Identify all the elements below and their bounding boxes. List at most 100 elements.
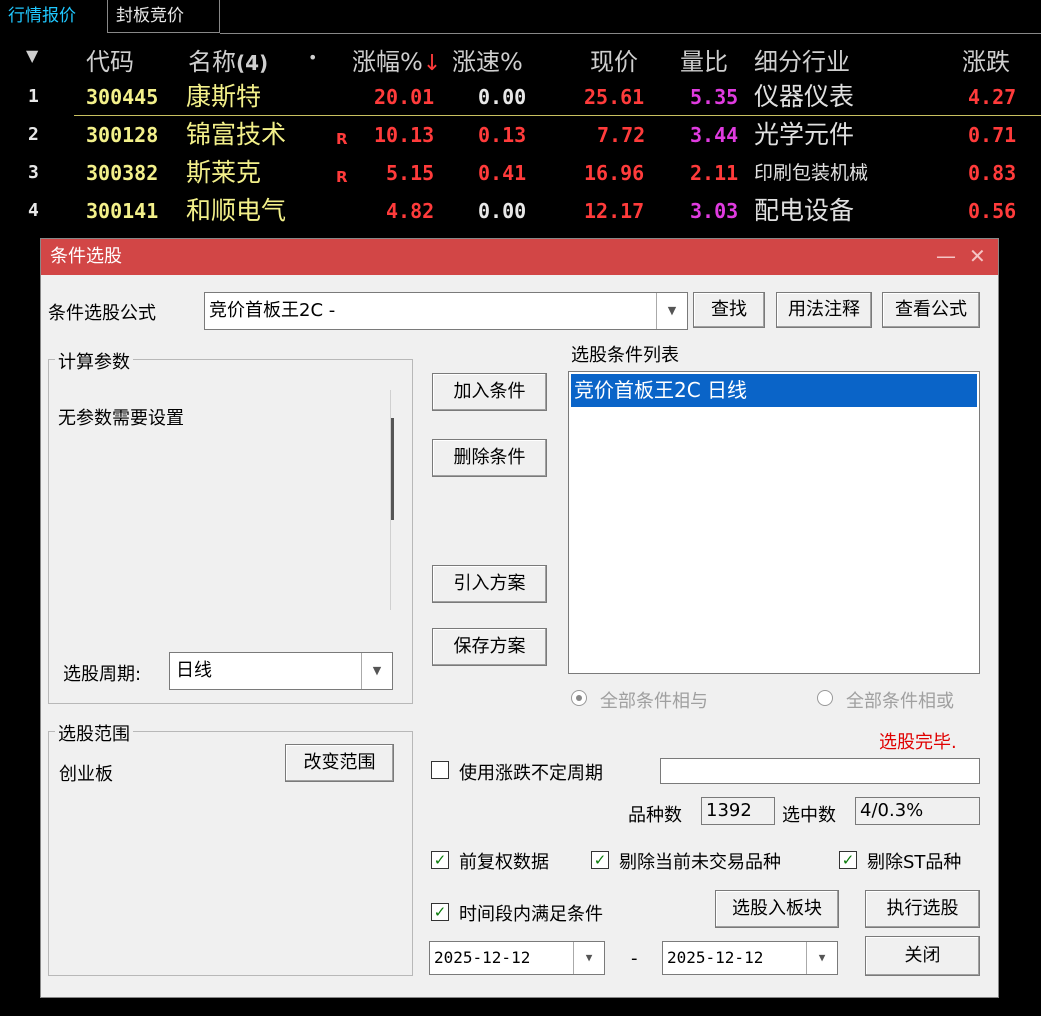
chevron-down-icon[interactable]: ▼	[573, 942, 604, 974]
date-to-value: 2025-12-12	[667, 948, 764, 967]
row-change-pct: 10.13	[374, 123, 435, 147]
header-code[interactable]: 代码	[86, 42, 134, 77]
remove-untraded-checkbox[interactable]: ✓	[591, 851, 609, 869]
minimize-icon[interactable]: —	[936, 239, 956, 273]
row-industry: 仪器仪表	[754, 82, 855, 111]
selected-label: 选中数	[782, 805, 836, 826]
cycle-input[interactable]	[660, 758, 980, 784]
row-code: 300445	[86, 85, 159, 109]
status-text: 选股完毕.	[879, 732, 957, 753]
add-condition-button[interactable]: 加入条件	[432, 373, 547, 411]
period-value: 日线	[176, 660, 212, 681]
header-name[interactable]: 名称(4)	[188, 42, 268, 77]
remove-st-label: 剔除ST品种	[867, 852, 962, 873]
close-button[interactable]: 关闭	[865, 936, 980, 976]
execute-select-button[interactable]: 执行选股	[865, 890, 980, 928]
row-change-pct: 5.15	[386, 161, 435, 185]
header-price[interactable]: 现价	[590, 42, 638, 77]
sort-arrow-icon[interactable]: ▼	[26, 46, 38, 65]
dialog-title: 条件选股	[50, 246, 122, 267]
remove-st-checkbox[interactable]: ✓	[839, 851, 857, 869]
condition-list[interactable]: 竞价首板王2C 日线	[568, 371, 980, 674]
usage-notes-button[interactable]: 用法注释	[776, 292, 872, 328]
import-scheme-button[interactable]: 引入方案	[432, 565, 547, 603]
count-value-field: 1392	[701, 797, 775, 825]
date-from-value: 2025-12-12	[434, 948, 531, 967]
adjusted-data-label: 前复权数据	[459, 852, 549, 873]
params-scroll-track	[390, 390, 391, 610]
period-select[interactable]: 日线 ▼	[169, 652, 393, 690]
header-vol-ratio[interactable]: 量比	[680, 42, 728, 77]
row-change: 0.71	[968, 123, 1017, 147]
radio-and[interactable]	[571, 690, 587, 706]
row-vol-ratio: 3.03	[690, 199, 739, 223]
view-formula-button[interactable]: 查看公式	[882, 292, 980, 328]
find-button[interactable]: 查找	[693, 292, 765, 328]
radio-and-label: 全部条件相与	[600, 691, 708, 712]
row-price: 12.17	[584, 199, 645, 223]
header-speed-pct[interactable]: 涨速%	[452, 42, 523, 77]
row-vol-ratio: 2.11	[690, 161, 739, 185]
row-price: 16.96	[584, 161, 645, 185]
sort-down-icon: ↓	[422, 51, 442, 76]
table-row[interactable]: 3 300382 斯莱克 R 5.15 0.41 16.96 2.11 印刷包装…	[0, 154, 1041, 192]
to-block-button[interactable]: 选股入板块	[715, 890, 839, 928]
radio-and-dot	[576, 695, 582, 701]
params-group-title: 计算参数	[55, 348, 133, 374]
count-label: 品种数	[628, 805, 682, 826]
margin-flag: R	[336, 130, 348, 148]
row-speed: 0.13	[478, 123, 527, 147]
table-row[interactable]: 1 300445 康斯特 20.01 0.00 25.61 5.35 仪器仪表 …	[0, 78, 1041, 116]
list-item[interactable]: 竞价首板王2C 日线	[571, 374, 977, 407]
remove-untraded-label: 剔除当前未交易品种	[619, 852, 781, 873]
row-index: 2	[28, 124, 39, 145]
tab-divider	[220, 33, 1041, 34]
row-change-pct: 4.82	[386, 199, 435, 223]
row-index: 3	[28, 162, 39, 183]
row-speed: 0.00	[478, 85, 527, 109]
row-change: 4.27	[968, 85, 1017, 109]
row-change-pct: 20.01	[374, 85, 435, 109]
time-range-checkbox[interactable]: ✓	[431, 903, 449, 921]
table-row[interactable]: 4 300141 和顺电气 4.82 0.00 12.17 3.03 配电设备 …	[0, 192, 1041, 230]
close-icon[interactable]: ✕	[969, 239, 986, 273]
date-to-select[interactable]: 2025-12-12 ▼	[662, 941, 838, 975]
row-code: 300128	[86, 123, 159, 147]
dialog-title-bar[interactable]: 条件选股 — ✕	[41, 239, 998, 275]
selected-value: 4/0.3%	[860, 800, 924, 821]
row-price: 25.61	[584, 85, 645, 109]
change-range-button[interactable]: 改变范围	[285, 744, 394, 782]
chevron-down-icon[interactable]: ▼	[361, 653, 392, 689]
table-row[interactable]: 2 300128 锦富技术 R 10.13 0.13 7.72 3.44 光学元…	[0, 116, 1041, 154]
row-industry: 光学元件	[754, 120, 855, 149]
radio-or[interactable]	[817, 690, 833, 706]
time-range-label: 时间段内满足条件	[459, 904, 603, 925]
row-industry: 印刷包装机械	[754, 162, 869, 184]
date-from-select[interactable]: 2025-12-12 ▼	[429, 941, 605, 975]
chevron-down-icon[interactable]: ▼	[806, 942, 837, 974]
use-cycle-checkbox[interactable]	[431, 761, 449, 779]
header-change-pct[interactable]: 涨幅%↓	[352, 42, 441, 77]
row-name: 斯莱克	[186, 158, 262, 187]
row-industry: 配电设备	[754, 196, 855, 225]
header-change[interactable]: 涨跌	[962, 42, 1010, 77]
row-speed: 0.00	[478, 199, 527, 223]
formula-value: 竞价首板王2C -	[209, 300, 336, 321]
row-vol-ratio: 3.44	[690, 123, 739, 147]
row-change: 0.56	[968, 199, 1017, 223]
params-text: 无参数需要设置	[58, 408, 184, 429]
period-label: 选股周期:	[63, 664, 142, 685]
tab-quotes[interactable]: 行情报价	[0, 0, 108, 33]
header-industry[interactable]: 细分行业	[754, 42, 850, 77]
header-dot: •	[308, 48, 318, 67]
adjusted-data-checkbox[interactable]: ✓	[431, 851, 449, 869]
tab-limit-auction[interactable]: 封板竞价	[108, 0, 220, 33]
formula-select[interactable]: 竞价首板王2C - ▼	[204, 292, 688, 330]
header-name-label: 名称	[188, 48, 236, 76]
count-value: 1392	[706, 800, 752, 821]
params-group: 计算参数 无参数需要设置 选股周期: 日线 ▼	[48, 348, 413, 704]
delete-condition-button[interactable]: 删除条件	[432, 439, 547, 477]
condition-select-dialog: 条件选股 — ✕ 条件选股公式 竞价首板王2C - ▼ 查找 用法注释 查看公式…	[40, 238, 999, 998]
chevron-down-icon[interactable]: ▼	[656, 293, 687, 329]
save-scheme-button[interactable]: 保存方案	[432, 628, 547, 666]
